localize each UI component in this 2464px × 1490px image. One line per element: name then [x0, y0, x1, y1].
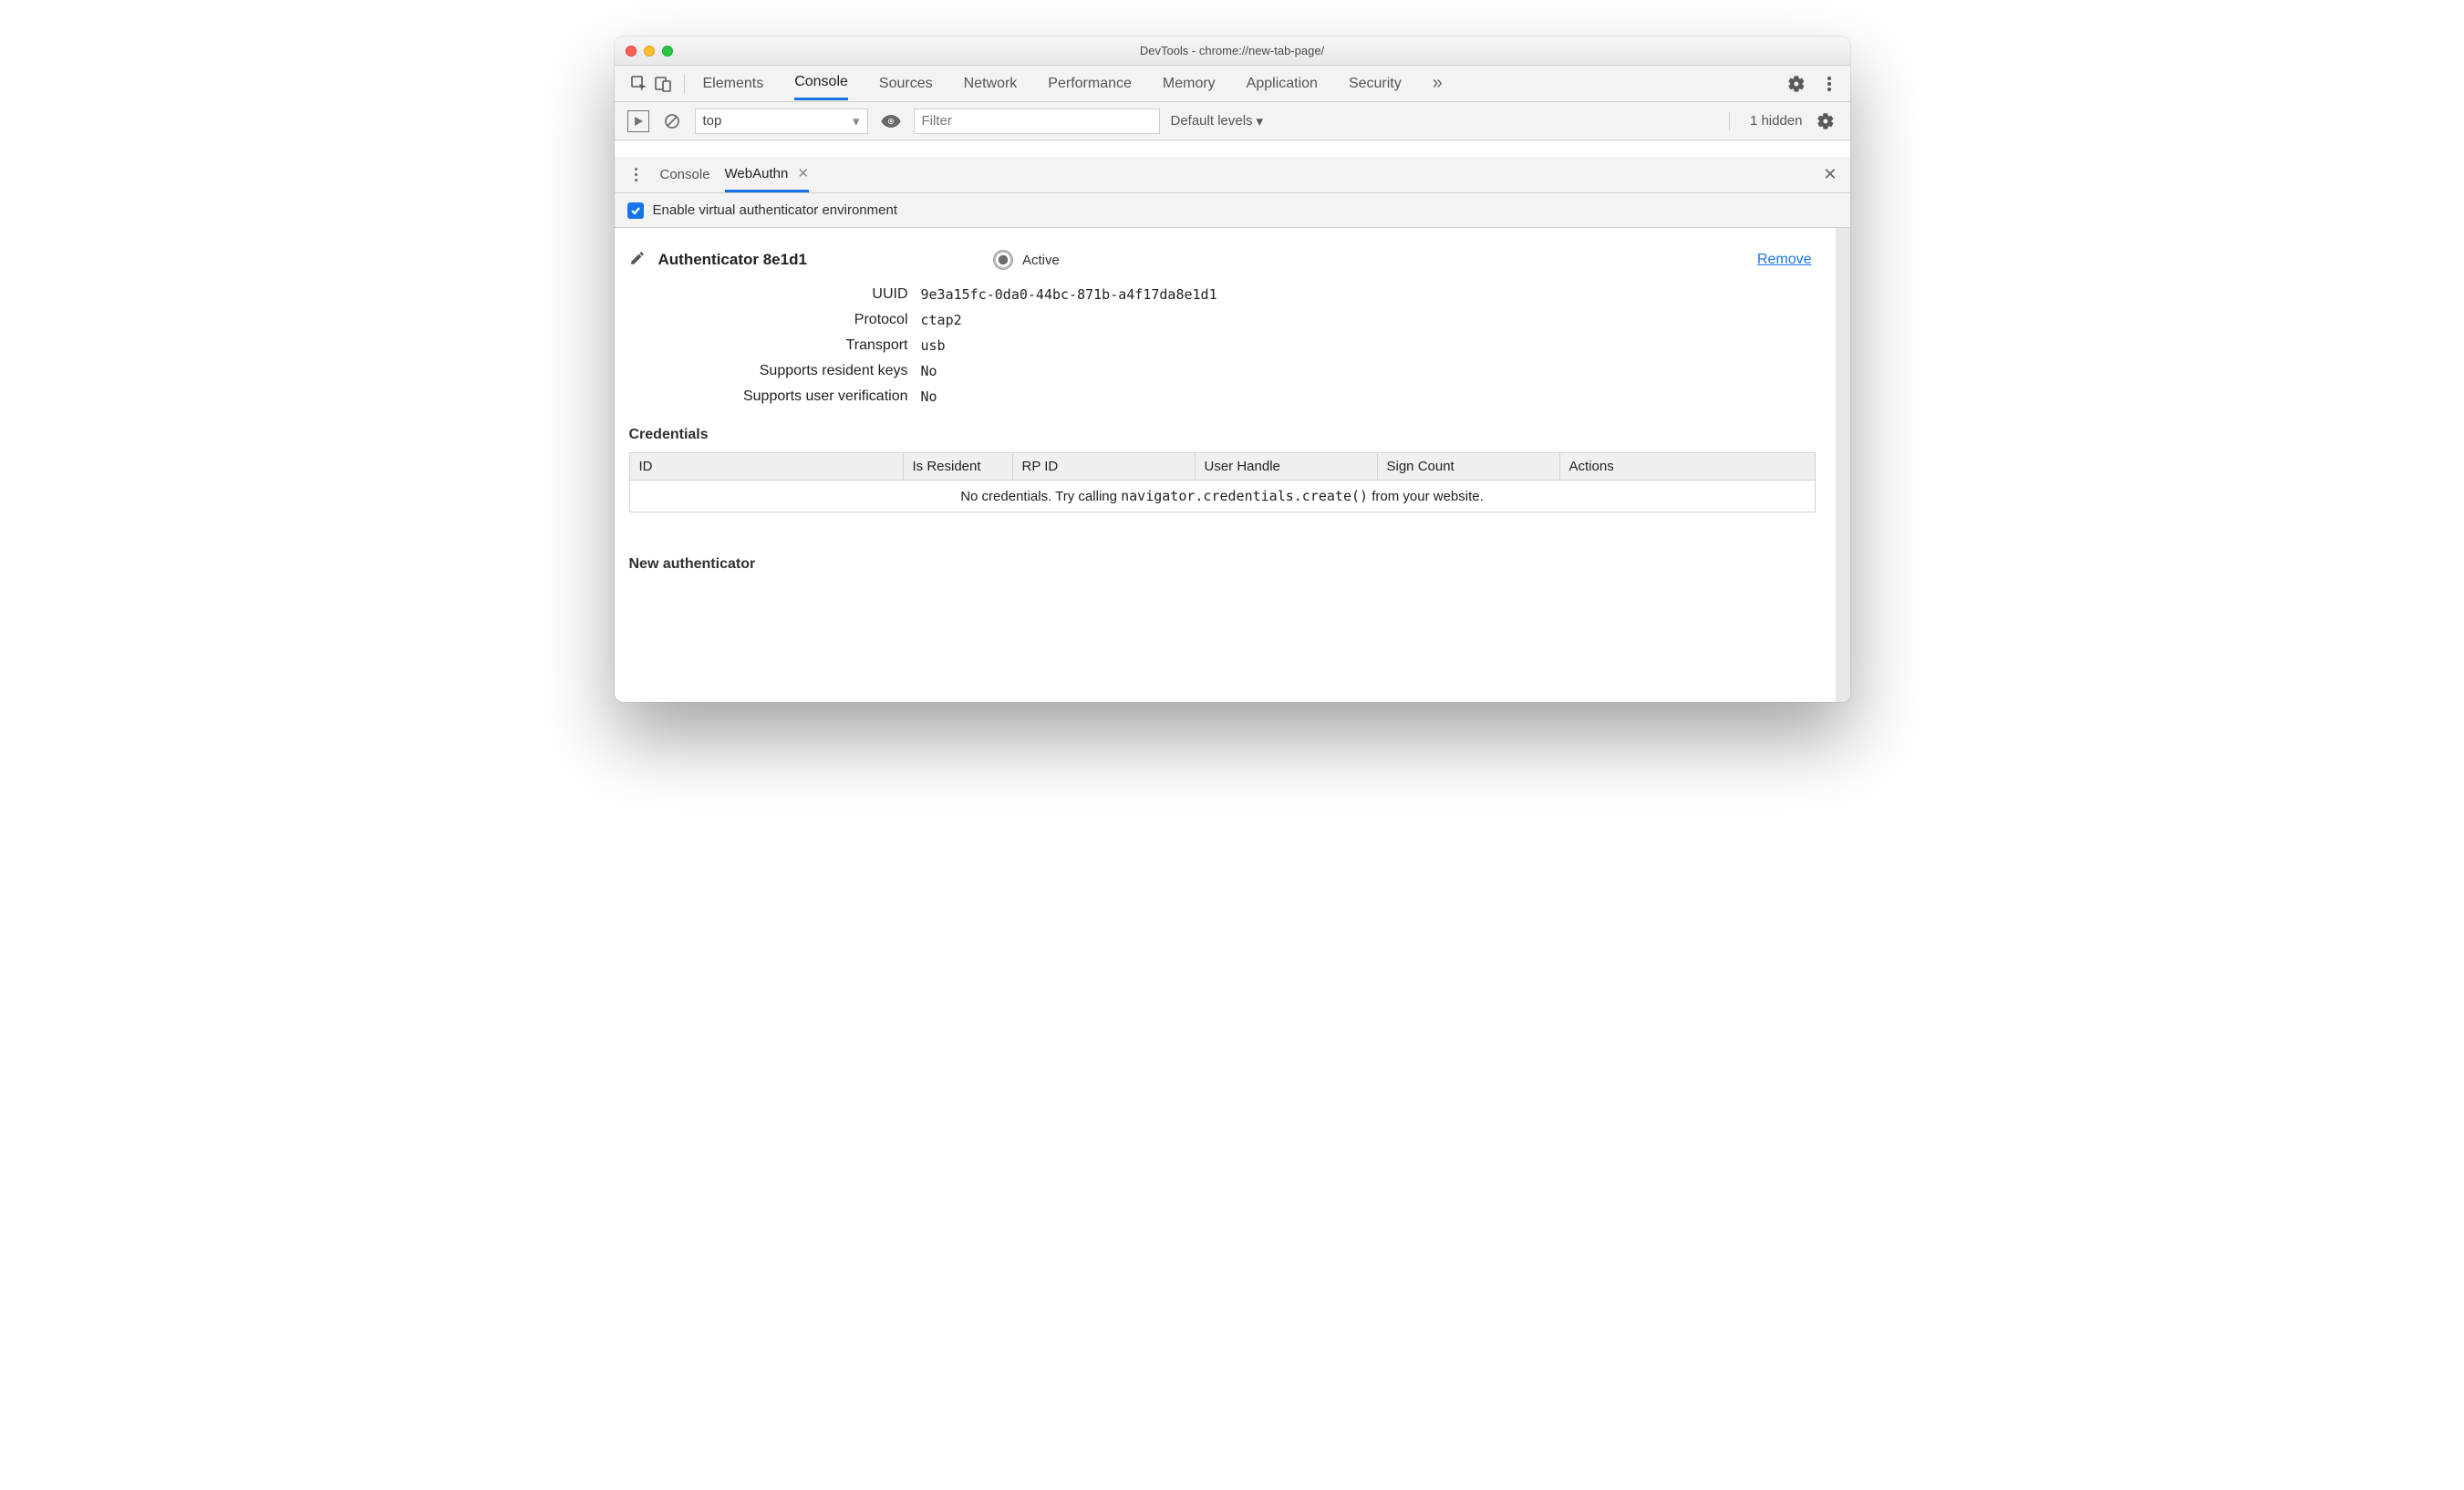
tab-application[interactable]: Application	[1247, 68, 1318, 99]
enable-virtual-auth-label: Enable virtual authenticator environment	[653, 202, 898, 218]
col-actions: Actions	[1559, 453, 1815, 481]
tab-elements[interactable]: Elements	[703, 68, 764, 99]
col-is-resident: Is Resident	[903, 453, 1012, 481]
col-user-handle: User Handle	[1195, 453, 1377, 481]
new-authenticator-title: New authenticator	[629, 556, 1836, 573]
uuid-value: 9e3a15fc-0da0-44bc-871b-a4f17da8e1d1	[921, 286, 1217, 303]
col-sign-count: Sign Count	[1377, 453, 1559, 481]
suv-label: Supports user verification	[629, 388, 921, 405]
main-toolbar: Elements Console Sources Network Perform…	[615, 66, 1850, 102]
separator	[1729, 112, 1730, 130]
close-tab-icon[interactable]: ✕	[798, 166, 810, 181]
settings-gear-icon[interactable]	[1785, 72, 1808, 96]
log-levels-label: Default levels	[1171, 113, 1253, 129]
tab-console[interactable]: Console	[794, 67, 848, 100]
titlebar: DevTools - chrome://new-tab-page/	[615, 36, 1850, 66]
active-radio[interactable]	[993, 250, 1013, 270]
enable-virtual-auth-row: Enable virtual authenticator environment	[615, 193, 1850, 228]
active-label: Active	[1022, 253, 1060, 268]
live-expression-icon[interactable]	[879, 109, 903, 133]
separator	[684, 74, 685, 94]
device-toolbar-icon[interactable]	[651, 72, 675, 96]
tab-memory[interactable]: Memory	[1163, 68, 1216, 99]
chevron-down-icon: ▾	[1257, 113, 1264, 129]
transport-value: usb	[921, 337, 946, 354]
empty-prefix: No credentials. Try calling	[960, 489, 1121, 504]
tab-performance[interactable]: Performance	[1048, 68, 1132, 99]
tab-security[interactable]: Security	[1349, 68, 1402, 99]
clear-console-icon[interactable]	[660, 109, 684, 133]
transport-label: Transport	[629, 337, 921, 354]
context-selector-value: top	[703, 113, 722, 129]
credentials-empty-row: No credentials. Try calling navigator.cr…	[629, 481, 1815, 512]
protocol-value: ctap2	[921, 312, 962, 328]
log-levels-selector[interactable]: Default levels ▾	[1171, 113, 1264, 129]
srk-label: Supports resident keys	[629, 363, 921, 379]
credentials-title: Credentials	[629, 427, 1836, 443]
protocol-label: Protocol	[629, 312, 921, 328]
drawer-tab-console[interactable]: Console	[660, 159, 710, 191]
col-id: ID	[629, 453, 903, 481]
drawer-menu-icon[interactable]	[627, 168, 646, 181]
toolbar-right	[1785, 72, 1841, 96]
uuid-label: UUID	[629, 286, 921, 303]
tab-more[interactable]: »	[1433, 66, 1443, 101]
inspect-icon[interactable]	[627, 72, 651, 96]
drawer-close-icon[interactable]: ✕	[1823, 165, 1837, 184]
devtools-window: DevTools - chrome://new-tab-page/ Elemen…	[615, 36, 1850, 702]
console-toolbar: top ▾ Default levels ▾ 1 hidden	[615, 102, 1850, 140]
console-filter-input[interactable]	[914, 109, 1160, 134]
console-empty-area	[615, 140, 1850, 157]
console-settings-gear-icon[interactable]	[1814, 109, 1838, 133]
drawer-tabbar: Console WebAuthn ✕ ✕	[615, 157, 1850, 193]
chevron-down-icon: ▾	[853, 113, 860, 129]
window-title: DevTools - chrome://new-tab-page/	[615, 44, 1850, 57]
remove-authenticator-link[interactable]: Remove	[1757, 252, 1812, 268]
drawer-tab-webauthn[interactable]: WebAuthn ✕	[725, 157, 810, 192]
drawer-tab-webauthn-label: WebAuthn	[725, 166, 789, 181]
tab-sources[interactable]: Sources	[879, 68, 933, 99]
context-selector[interactable]: top ▾	[695, 109, 868, 134]
srk-value: No	[921, 363, 937, 379]
kebab-menu-icon[interactable]	[1817, 72, 1841, 96]
credentials-table: ID Is Resident RP ID User Handle Sign Co…	[629, 452, 1816, 512]
hidden-messages-label[interactable]: 1 hidden	[1750, 113, 1803, 129]
tab-network[interactable]: Network	[964, 68, 1018, 99]
authenticator-properties: UUID9e3a15fc-0da0-44bc-871b-a4f17da8e1d1…	[629, 286, 1836, 405]
active-radio-group: Active	[993, 250, 1060, 270]
empty-code: navigator.credentials.create()	[1121, 488, 1368, 504]
authenticator-header: Authenticator 8e1d1 Active Remove	[629, 250, 1836, 270]
col-rp-id: RP ID	[1012, 453, 1195, 481]
webauthn-body: Authenticator 8e1d1 Active Remove UUID9e…	[615, 228, 1850, 702]
edit-name-icon[interactable]	[629, 250, 646, 270]
execution-context-icon[interactable]	[627, 110, 649, 132]
enable-virtual-auth-checkbox[interactable]	[627, 202, 644, 219]
panel-tabs: Elements Console Sources Network Perform…	[703, 66, 1443, 101]
suv-value: No	[921, 388, 937, 405]
authenticator-title: Authenticator 8e1d1	[658, 251, 807, 269]
empty-suffix: from your website.	[1368, 489, 1484, 504]
